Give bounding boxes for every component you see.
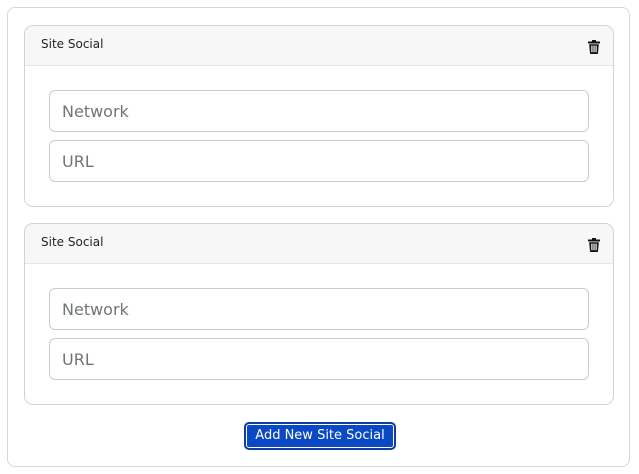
site-social-container: Site Social Site Social	[7, 7, 630, 467]
trash-icon[interactable]	[588, 39, 600, 54]
site-social-card: Site Social	[24, 25, 614, 207]
url-input[interactable]	[49, 140, 589, 182]
card-header: Site Social	[25, 224, 613, 264]
url-input[interactable]	[49, 338, 589, 380]
site-social-card: Site Social	[24, 223, 614, 405]
trash-icon[interactable]	[588, 237, 600, 252]
network-input[interactable]	[49, 90, 589, 132]
add-site-social-button[interactable]: Add New Site Social	[244, 422, 396, 450]
card-title: Site Social	[41, 37, 104, 51]
card-title: Site Social	[41, 235, 104, 249]
network-input[interactable]	[49, 288, 589, 330]
card-header: Site Social	[25, 26, 613, 66]
